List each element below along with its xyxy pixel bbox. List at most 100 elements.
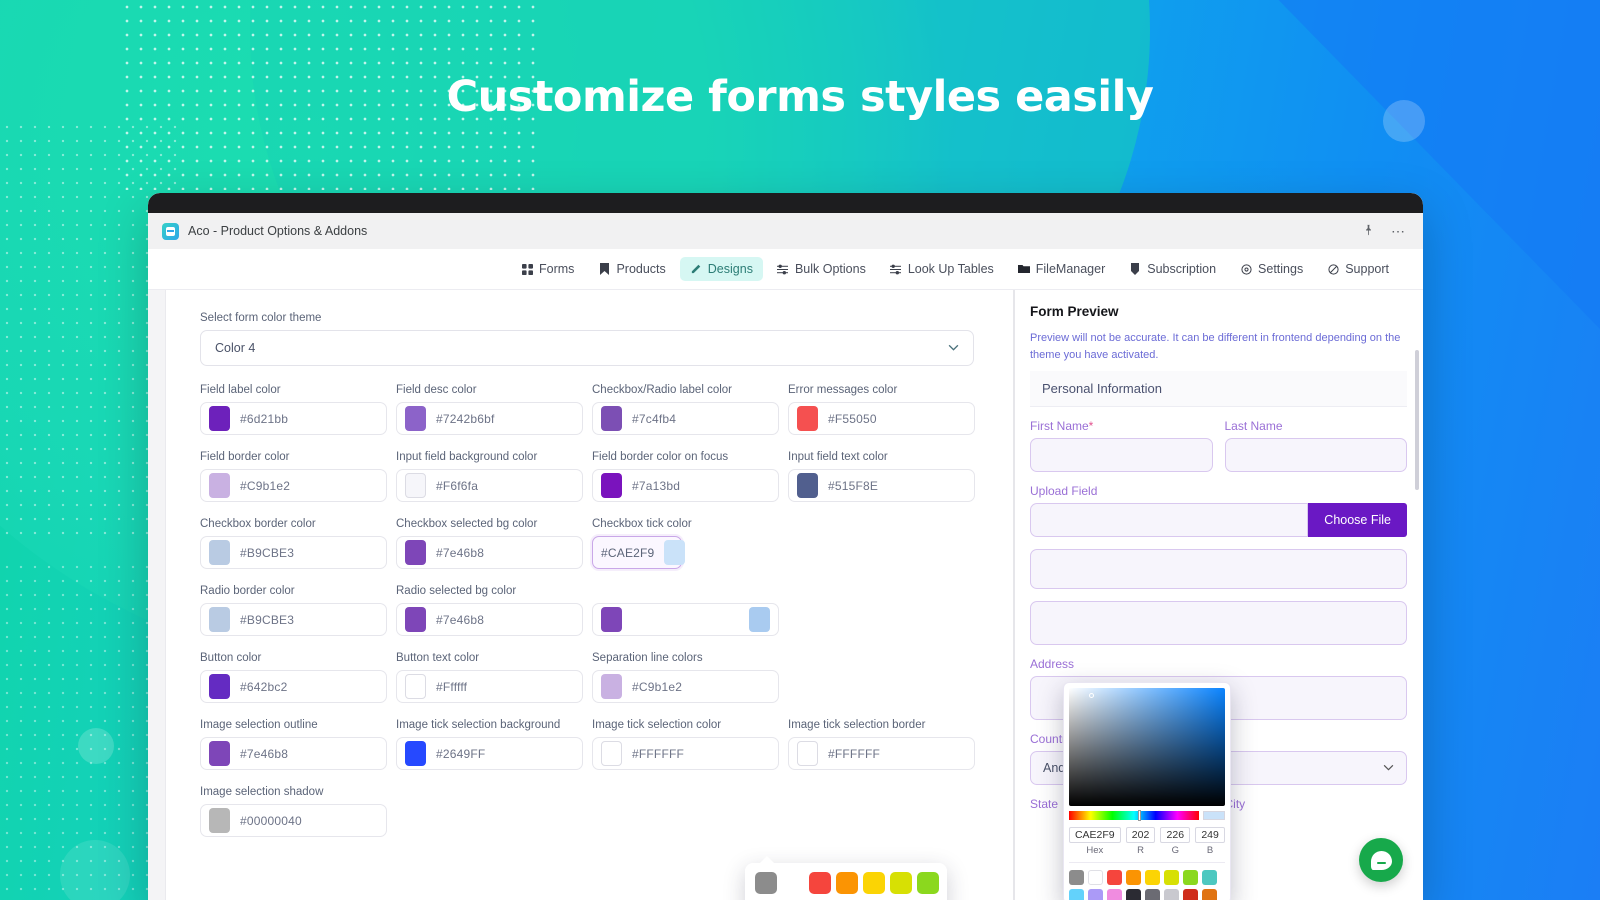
color-swatch-secondary[interactable] <box>749 607 770 632</box>
r-field[interactable]: 202 R <box>1125 827 1156 856</box>
color-swatch[interactable] <box>209 674 230 699</box>
picker-swatch[interactable] <box>1088 870 1103 885</box>
color-input[interactable]: #Ffffff <box>396 670 583 703</box>
color-input[interactable]: #C9b1e2 <box>592 670 779 703</box>
color-input[interactable]: #F55050 <box>788 402 975 435</box>
preview-file-input[interactable] <box>1030 503 1309 537</box>
preview-textarea-1[interactable] <box>1030 549 1407 589</box>
picker-swatch[interactable] <box>1164 870 1179 885</box>
theme-select[interactable]: Color 4 <box>200 330 974 366</box>
b-value[interactable]: 249 <box>1195 827 1225 843</box>
picker-swatch[interactable] <box>1126 870 1141 885</box>
color-swatch[interactable] <box>405 607 426 632</box>
more-icon[interactable]: ⋯ <box>1391 224 1405 238</box>
picker-swatch[interactable] <box>1126 889 1141 900</box>
picker-swatch[interactable] <box>1088 889 1103 900</box>
color-input[interactable]: #7e46b8 <box>200 737 387 770</box>
picker-swatch[interactable] <box>1069 889 1084 900</box>
color-swatch[interactable] <box>405 406 426 431</box>
color-swatch[interactable] <box>601 607 622 632</box>
nav-item-designs[interactable]: Designs <box>679 257 763 281</box>
color-swatch[interactable] <box>209 741 230 766</box>
g-value[interactable]: 226 <box>1160 827 1191 843</box>
color-input[interactable]: #642bc2 <box>200 670 387 703</box>
picker-swatch[interactable] <box>1183 870 1198 885</box>
palette-swatch[interactable] <box>836 872 858 894</box>
nav-item-settings[interactable]: Settings <box>1230 257 1313 281</box>
color-swatch[interactable] <box>405 741 426 766</box>
chat-bubble-icon[interactable] <box>1359 838 1403 882</box>
nav-item-forms[interactable]: Forms <box>511 257 584 281</box>
hue-slider[interactable] <box>1069 810 1199 821</box>
color-swatch[interactable] <box>405 674 426 699</box>
color-swatch[interactable] <box>797 406 818 431</box>
color-swatch[interactable] <box>209 540 230 565</box>
picker-swatch[interactable] <box>1069 870 1084 885</box>
nav-item-bulk-options[interactable]: Bulk Options <box>767 257 876 281</box>
color-input[interactable]: #2649FF <box>396 737 583 770</box>
hex-value[interactable]: CAE2F9 <box>1069 827 1121 843</box>
palette-swatch[interactable] <box>890 872 912 894</box>
color-input[interactable] <box>592 603 779 636</box>
picker-swatch[interactable] <box>1202 889 1217 900</box>
picker-swatch[interactable] <box>1145 889 1160 900</box>
color-swatch[interactable] <box>209 607 230 632</box>
color-input[interactable]: #F6f6fa <box>396 469 583 502</box>
color-input[interactable]: #7a13bd <box>592 469 779 502</box>
color-input-active[interactable]: #CAE2F9 <box>592 536 686 569</box>
g-field[interactable]: 226 G <box>1160 827 1191 856</box>
color-swatch[interactable] <box>664 540 686 565</box>
color-input[interactable]: #7e46b8 <box>396 536 583 569</box>
preview-textarea-2[interactable] <box>1030 601 1407 645</box>
nav-item-look-up-tables[interactable]: Look Up Tables <box>880 257 1004 281</box>
color-input[interactable]: #515F8E <box>788 469 975 502</box>
color-input[interactable]: #FFFFFF <box>592 737 779 770</box>
color-input[interactable]: #7e46b8 <box>396 603 583 636</box>
color-swatch[interactable] <box>209 406 230 431</box>
color-swatch[interactable] <box>405 473 426 498</box>
picker-swatch[interactable] <box>1183 889 1198 900</box>
color-swatch[interactable] <box>601 406 622 431</box>
preview-first-name-input[interactable] <box>1030 438 1213 472</box>
r-value[interactable]: 202 <box>1125 827 1156 843</box>
palette-swatch[interactable] <box>755 872 777 894</box>
b-field[interactable]: 249 B <box>1195 827 1225 856</box>
color-swatch[interactable] <box>209 473 230 498</box>
saturation-value-area[interactable] <box>1069 688 1225 806</box>
color-swatch[interactable] <box>405 540 426 565</box>
palette-swatch[interactable] <box>809 872 831 894</box>
palette-swatch[interactable] <box>917 872 939 894</box>
saturation-cursor[interactable] <box>1089 693 1094 698</box>
color-input[interactable]: #6d21bb <box>200 402 387 435</box>
pin-icon[interactable] <box>1362 224 1375 239</box>
nav-item-filemanager[interactable]: FileManager <box>1008 257 1115 281</box>
color-swatch[interactable] <box>797 473 818 498</box>
preview-scrollbar[interactable] <box>1415 350 1419 490</box>
color-swatch[interactable] <box>601 674 622 699</box>
color-input[interactable]: #FFFFFF <box>788 737 975 770</box>
picker-swatch[interactable] <box>1145 870 1160 885</box>
picker-swatch[interactable] <box>1202 870 1217 885</box>
nav-item-products[interactable]: Products <box>588 257 675 281</box>
color-input[interactable]: #C9b1e2 <box>200 469 387 502</box>
nav-item-support[interactable]: Support <box>1317 257 1399 281</box>
picker-swatch[interactable] <box>1164 889 1179 900</box>
color-swatch[interactable] <box>209 808 230 833</box>
color-input[interactable]: #7242b6bf <box>396 402 583 435</box>
color-picker-popup[interactable]: CAE2F9 Hex 202 R 226 G 249 B <box>1063 682 1231 900</box>
color-input[interactable]: #00000040 <box>200 804 387 837</box>
choose-file-button[interactable]: Choose File <box>1308 503 1407 537</box>
palette-swatch[interactable] <box>863 872 885 894</box>
color-input[interactable]: #B9CBE3 <box>200 603 387 636</box>
color-input[interactable]: #B9CBE3 <box>200 536 387 569</box>
color-input[interactable]: #7c4fb4 <box>592 402 779 435</box>
palette-swatch-empty[interactable] <box>782 872 804 894</box>
color-swatch[interactable] <box>601 741 622 766</box>
color-swatch[interactable] <box>797 741 818 766</box>
picker-swatch[interactable] <box>1107 889 1122 900</box>
nav-item-subscription[interactable]: Subscription <box>1119 257 1226 281</box>
tab-title[interactable]: Aco - Product Options & Addons <box>188 224 367 238</box>
color-swatch[interactable] <box>601 473 622 498</box>
color-palette-popup[interactable]: # CAE2F9 <box>745 856 947 900</box>
preview-last-name-input[interactable] <box>1224 438 1407 472</box>
